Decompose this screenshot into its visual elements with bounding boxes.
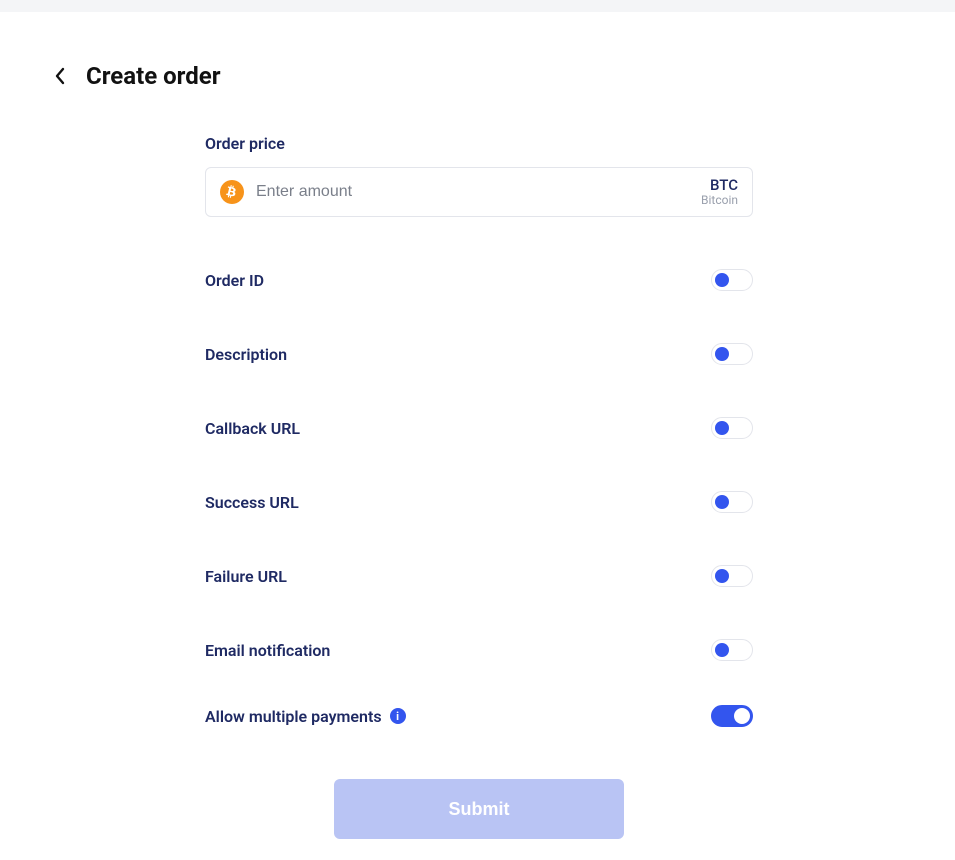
order-id-toggle[interactable] [711,269,753,291]
info-icon[interactable]: i [390,708,406,724]
order-price-input[interactable] [256,183,689,201]
allow-multiple-label: Allow multiple payments [205,707,382,726]
submit-wrap: Submit [205,779,753,839]
callback-url-toggle[interactable] [711,417,753,439]
description-row: Description [205,343,753,365]
currency-code: BTC [701,177,738,194]
failure-url-toggle[interactable] [711,565,753,587]
success-url-toggle[interactable] [711,491,753,513]
currency-name: Bitcoin [701,194,738,207]
order-price-label: Order price [205,134,753,153]
chevron-left-icon [54,67,66,85]
allow-multiple-toggle[interactable] [711,705,753,727]
failure-url-label: Failure URL [205,567,287,586]
email-notification-label: Email notification [205,641,330,660]
failure-url-row: Failure URL [205,565,753,587]
callback-url-label: Callback URL [205,419,300,438]
order-id-label: Order ID [205,271,264,290]
create-order-form: Order price BTC Bitcoin Order ID Descr [205,134,753,839]
email-notification-row: Email notification [205,639,753,661]
description-toggle[interactable] [711,343,753,365]
bitcoin-icon [220,180,244,204]
create-order-page: Create order Order price BTC Bitcoin Ord… [0,12,955,839]
success-url-row: Success URL [205,491,753,513]
order-price-input-wrap: BTC Bitcoin [205,167,753,217]
success-url-label: Success URL [205,493,299,512]
page-header: Create order [50,62,905,90]
top-bar [0,0,955,12]
back-button[interactable] [50,66,70,86]
allow-multiple-row: Allow multiple payments i [205,705,753,727]
order-id-row: Order ID [205,269,753,291]
email-notification-toggle[interactable] [711,639,753,661]
submit-button[interactable]: Submit [334,779,624,839]
description-label: Description [205,345,287,364]
currency-indicator: BTC Bitcoin [701,177,738,207]
callback-url-row: Callback URL [205,417,753,439]
page-title: Create order [86,62,221,90]
